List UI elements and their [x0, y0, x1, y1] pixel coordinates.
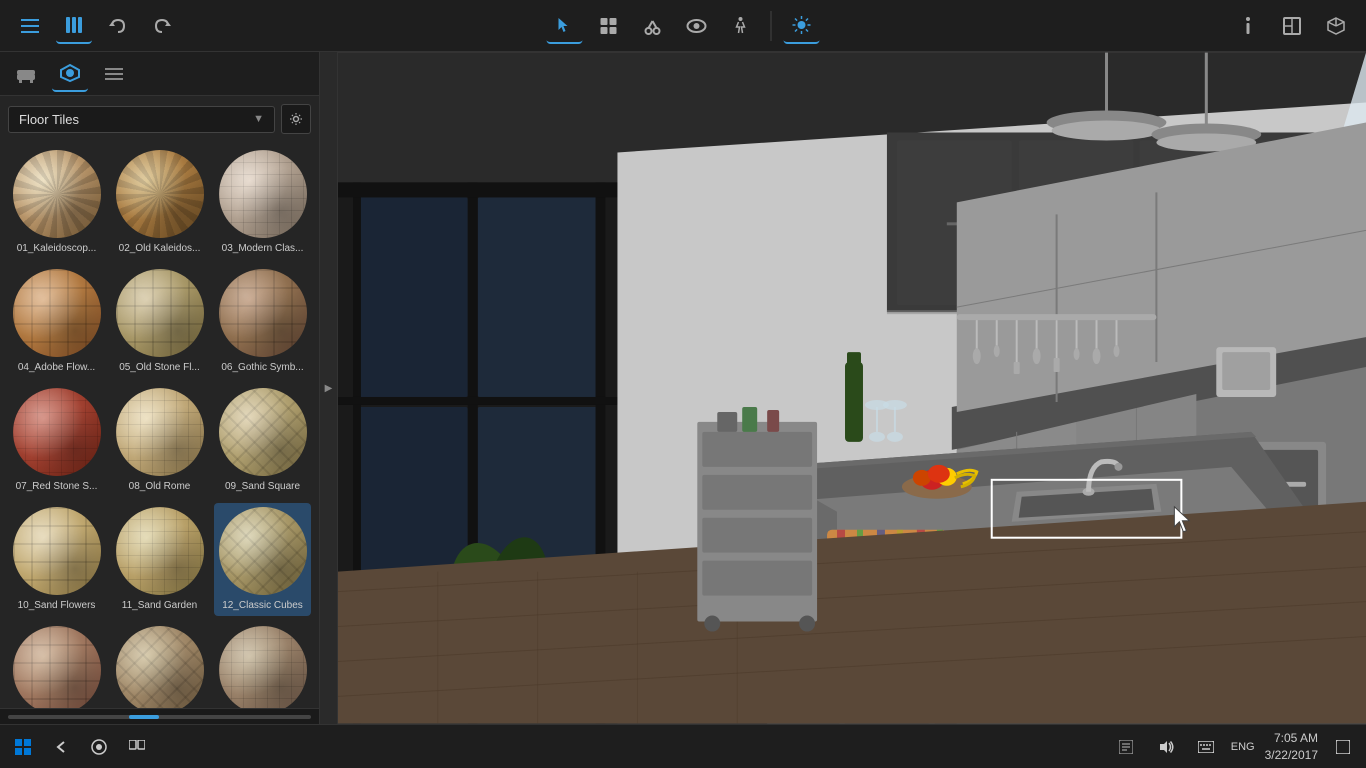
clock-time: 7:05 AM	[1265, 730, 1318, 747]
cut-button[interactable]	[635, 8, 671, 44]
toolbar-center	[545, 8, 822, 44]
material-sphere-10	[13, 507, 101, 595]
task-view-button[interactable]	[122, 732, 152, 762]
material-sphere-4	[13, 269, 101, 357]
kitchen-scene	[338, 52, 1366, 724]
view-button[interactable]	[679, 8, 715, 44]
material-sphere-1	[13, 150, 101, 238]
clock-date: 3/22/2017	[1265, 747, 1318, 764]
material-label-6: 06_Gothic Symb...	[221, 361, 303, 374]
left-panel: Floor Tiles ▼ 01_Kaleidoscop... 02_Old Ka…	[0, 52, 320, 724]
cortana-button[interactable]	[84, 732, 114, 762]
objects-button[interactable]	[591, 8, 627, 44]
category-dropdown[interactable]: Floor Tiles ▼	[8, 106, 275, 133]
taskbar-left	[8, 732, 152, 762]
top-toolbar	[0, 0, 1366, 52]
material-label-11: 11_Sand Garden	[122, 599, 197, 612]
panel-collapse-button[interactable]: ▶	[320, 52, 338, 724]
info-button[interactable]	[1230, 8, 1266, 44]
system-clock: 7:05 AM 3/22/2017	[1265, 730, 1318, 764]
material-label-3: 03_Modern Clas...	[222, 242, 304, 255]
material-item-10[interactable]: 10_Sand Flowers	[8, 503, 105, 616]
material-sphere-7	[13, 388, 101, 476]
layout-button[interactable]	[1274, 8, 1310, 44]
material-item-4[interactable]: 04_Adobe Flow...	[8, 265, 105, 378]
panel-scrollbar[interactable]	[0, 708, 319, 724]
material-label-9: 09_Sand Square	[225, 480, 300, 493]
material-label-2: 02_Old Kaleidos...	[119, 242, 201, 255]
scrollbar-thumb[interactable]	[129, 715, 159, 719]
material-sphere-15	[219, 626, 307, 708]
material-item-3[interactable]: 03_Modern Clas...	[214, 146, 311, 259]
material-item-2[interactable]: 02_Old Kaleidos...	[111, 146, 208, 259]
category-selected-label: Floor Tiles	[19, 112, 79, 127]
select-tool-button[interactable]	[547, 8, 583, 44]
material-item-8[interactable]: 08_Old Rome	[111, 384, 208, 497]
category-row: Floor Tiles ▼	[0, 96, 319, 142]
sun-button[interactable]	[784, 8, 820, 44]
chevron-right-icon: ▶	[325, 383, 333, 394]
notification-icon[interactable]	[1111, 732, 1141, 762]
material-label-5: 05_Old Stone Fl...	[119, 361, 200, 374]
toolbar-right	[1228, 8, 1356, 44]
menu-button[interactable]	[12, 8, 48, 44]
walk-button[interactable]	[723, 8, 759, 44]
start-button[interactable]	[8, 732, 38, 762]
dropdown-chevron-icon: ▼	[253, 113, 264, 125]
material-item-9[interactable]: 09_Sand Square	[214, 384, 311, 497]
material-item-15[interactable]: 15_Classic Old C...	[214, 622, 311, 708]
material-sphere-2	[116, 150, 204, 238]
material-label-7: 07_Red Stone S...	[16, 480, 98, 493]
volume-icon[interactable]	[1151, 732, 1181, 762]
material-item-11[interactable]: 11_Sand Garden	[111, 503, 208, 616]
material-label-1: 01_Kaleidoscop...	[17, 242, 97, 255]
panel-tabs	[0, 52, 319, 96]
cube-3d-button[interactable]	[1318, 8, 1354, 44]
viewport[interactable]	[338, 52, 1366, 724]
taskbar-right: ENG 7:05 AM 3/22/2017	[1111, 730, 1358, 764]
material-sphere-6	[219, 269, 307, 357]
main-area: Floor Tiles ▼ 01_Kaleidoscop... 02_Old Ka…	[0, 52, 1366, 724]
material-label-8: 08_Old Rome	[129, 480, 191, 493]
language-indicator[interactable]: ENG	[1231, 741, 1255, 753]
material-sphere-8	[116, 388, 204, 476]
material-item-14[interactable]: 14_Sand Classic	[111, 622, 208, 708]
material-sphere-5	[116, 269, 204, 357]
material-item-7[interactable]: 07_Red Stone S...	[8, 384, 105, 497]
material-grid: 01_Kaleidoscop... 02_Old Kaleidos... 03_Mo…	[0, 142, 319, 708]
material-sphere-3	[219, 150, 307, 238]
material-item-1[interactable]: 01_Kaleidoscop...	[8, 146, 105, 259]
material-sphere-13	[13, 626, 101, 708]
material-item-13[interactable]: 13_Classic Ashlar	[8, 622, 105, 708]
toolbar-sep	[771, 11, 772, 41]
material-item-5[interactable]: 05_Old Stone Fl...	[111, 265, 208, 378]
material-label-10: 10_Sand Flowers	[18, 599, 96, 612]
undo-button[interactable]	[100, 8, 136, 44]
material-item-12[interactable]: 12_Classic Cubes	[214, 503, 311, 616]
material-sphere-9	[219, 388, 307, 476]
language-label: ENG	[1231, 741, 1255, 753]
redo-button[interactable]	[144, 8, 180, 44]
taskbar: ENG 7:05 AM 3/22/2017	[0, 724, 1366, 768]
toolbar-left	[10, 8, 182, 44]
back-nav-button[interactable]	[46, 732, 76, 762]
material-label-4: 04_Adobe Flow...	[18, 361, 95, 374]
furniture-tab[interactable]	[8, 56, 44, 92]
action-center-button[interactable]	[1328, 732, 1358, 762]
library-button[interactable]	[56, 8, 92, 44]
materials-tab[interactable]	[52, 56, 88, 92]
material-sphere-14	[116, 626, 204, 708]
material-sphere-12	[219, 507, 307, 595]
keyboard-icon[interactable]	[1191, 732, 1221, 762]
list-tab[interactable]	[96, 56, 132, 92]
material-label-12: 12_Classic Cubes	[222, 599, 303, 612]
material-sphere-11	[116, 507, 204, 595]
material-item-6[interactable]: 06_Gothic Symb...	[214, 265, 311, 378]
materials-settings-button[interactable]	[281, 104, 311, 134]
scrollbar-track	[8, 715, 311, 719]
